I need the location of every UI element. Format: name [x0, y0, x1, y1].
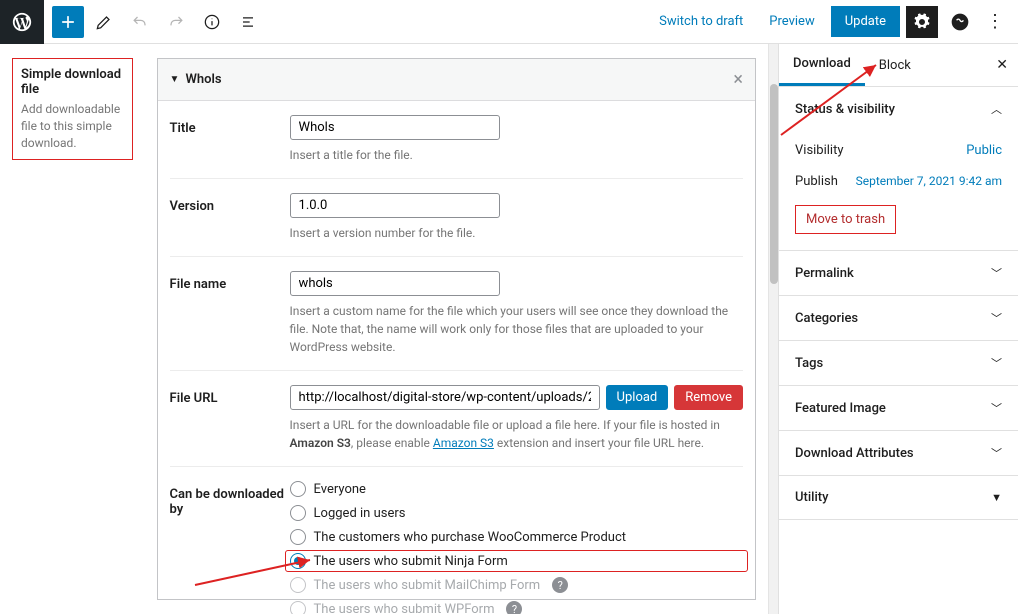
- editor-topbar: Switch to draft Preview Update ⋮: [0, 0, 1018, 44]
- radio-everyone[interactable]: Everyone: [290, 481, 743, 497]
- permalink-toggle[interactable]: Permalink﹀: [779, 251, 1018, 295]
- preview-button[interactable]: Preview: [759, 8, 824, 35]
- version-label: Version: [170, 193, 290, 242]
- move-to-trash-button[interactable]: Move to trash: [795, 205, 896, 234]
- radio-woocommerce[interactable]: The customers who purchase WooCommerce P…: [290, 529, 743, 545]
- more-options-button[interactable]: ⋮: [982, 11, 1008, 32]
- chevron-down-icon: ﹀: [991, 310, 1002, 326]
- visibility-value[interactable]: Public: [966, 143, 1002, 158]
- panel-title: Whols: [185, 72, 733, 87]
- metabox-description: Simple download file Add downloadable fi…: [12, 58, 133, 600]
- publish-date[interactable]: September 7, 2021 9:42 am: [856, 174, 1002, 189]
- caret-down-icon: ▼: [170, 74, 180, 85]
- redo-button[interactable]: [160, 6, 192, 38]
- chevron-down-icon: ﹀: [991, 265, 1002, 281]
- status-visibility-toggle[interactable]: Status & visibility︿: [779, 87, 1018, 131]
- filename-help: Insert a custom name for the file which …: [290, 302, 743, 356]
- metabox-help: Add downloadable file to this simple dow…: [21, 101, 124, 151]
- metabox-title: Simple download file: [21, 67, 124, 97]
- publish-label: Publish: [795, 174, 838, 189]
- tab-download[interactable]: Download: [779, 44, 865, 86]
- upload-button[interactable]: Upload: [606, 385, 669, 410]
- fileurl-input[interactable]: [290, 385, 600, 410]
- download-attributes-toggle[interactable]: Download Attributes﹀: [779, 431, 1018, 475]
- close-sidebar-button[interactable]: ✕: [986, 47, 1018, 83]
- settings-sidebar: Download Block ✕ Status & visibility︿ Vi…: [778, 44, 1018, 614]
- radio-mailchimp: The users who submit MailChimp Form?: [290, 577, 743, 593]
- radio-logged-in[interactable]: Logged in users: [290, 505, 743, 521]
- radio-wpform: The users who submit WPForm?: [290, 601, 743, 614]
- caret-down-icon: ▼: [991, 491, 1002, 504]
- title-input[interactable]: [290, 115, 500, 140]
- help-icon[interactable]: ?: [552, 577, 568, 593]
- add-block-button[interactable]: [52, 6, 84, 38]
- title-label: Title: [170, 115, 290, 164]
- panel-header[interactable]: ▼ Whols ×: [158, 59, 755, 101]
- wordpress-logo[interactable]: [0, 0, 44, 44]
- chevron-down-icon: ﹀: [991, 355, 1002, 371]
- settings-button[interactable]: [906, 6, 938, 38]
- undo-button[interactable]: [124, 6, 156, 38]
- outline-button[interactable]: [232, 6, 264, 38]
- download-file-panel: ▼ Whols × Title Insert a title for the f…: [157, 58, 756, 600]
- utility-toggle[interactable]: Utility▼: [779, 476, 1018, 519]
- scrollbar[interactable]: [768, 44, 778, 614]
- filename-label: File name: [170, 271, 290, 356]
- edit-icon[interactable]: [88, 6, 120, 38]
- update-button[interactable]: Update: [831, 6, 900, 37]
- remove-button[interactable]: Remove: [674, 385, 743, 410]
- radio-ninja-form[interactable]: The users who submit Ninja Form: [286, 551, 747, 571]
- fileurl-help: Insert a URL for the downloadable file o…: [290, 416, 743, 452]
- chevron-down-icon: ﹀: [991, 445, 1002, 461]
- featured-image-toggle[interactable]: Featured Image﹀: [779, 386, 1018, 430]
- access-label: Can be downloaded by: [170, 481, 290, 614]
- switch-to-draft-button[interactable]: Switch to draft: [649, 8, 753, 35]
- info-button[interactable]: [196, 6, 228, 38]
- fileurl-label: File URL: [170, 385, 290, 452]
- chevron-up-icon: ︿: [991, 101, 1002, 117]
- amazon-s3-link[interactable]: Amazon S3: [433, 436, 494, 450]
- chevron-down-icon: ﹀: [991, 400, 1002, 416]
- filename-input[interactable]: [290, 271, 500, 296]
- close-icon[interactable]: ×: [733, 69, 743, 90]
- title-help: Insert a title for the file.: [290, 146, 743, 164]
- tags-toggle[interactable]: Tags﹀: [779, 341, 1018, 385]
- plugin-button[interactable]: [944, 6, 976, 38]
- version-input[interactable]: [290, 193, 500, 218]
- visibility-label: Visibility: [795, 143, 844, 158]
- help-icon[interactable]: ?: [506, 601, 522, 614]
- tab-block[interactable]: Block: [865, 46, 925, 85]
- categories-toggle[interactable]: Categories﹀: [779, 296, 1018, 340]
- version-help: Insert a version number for the file.: [290, 224, 743, 242]
